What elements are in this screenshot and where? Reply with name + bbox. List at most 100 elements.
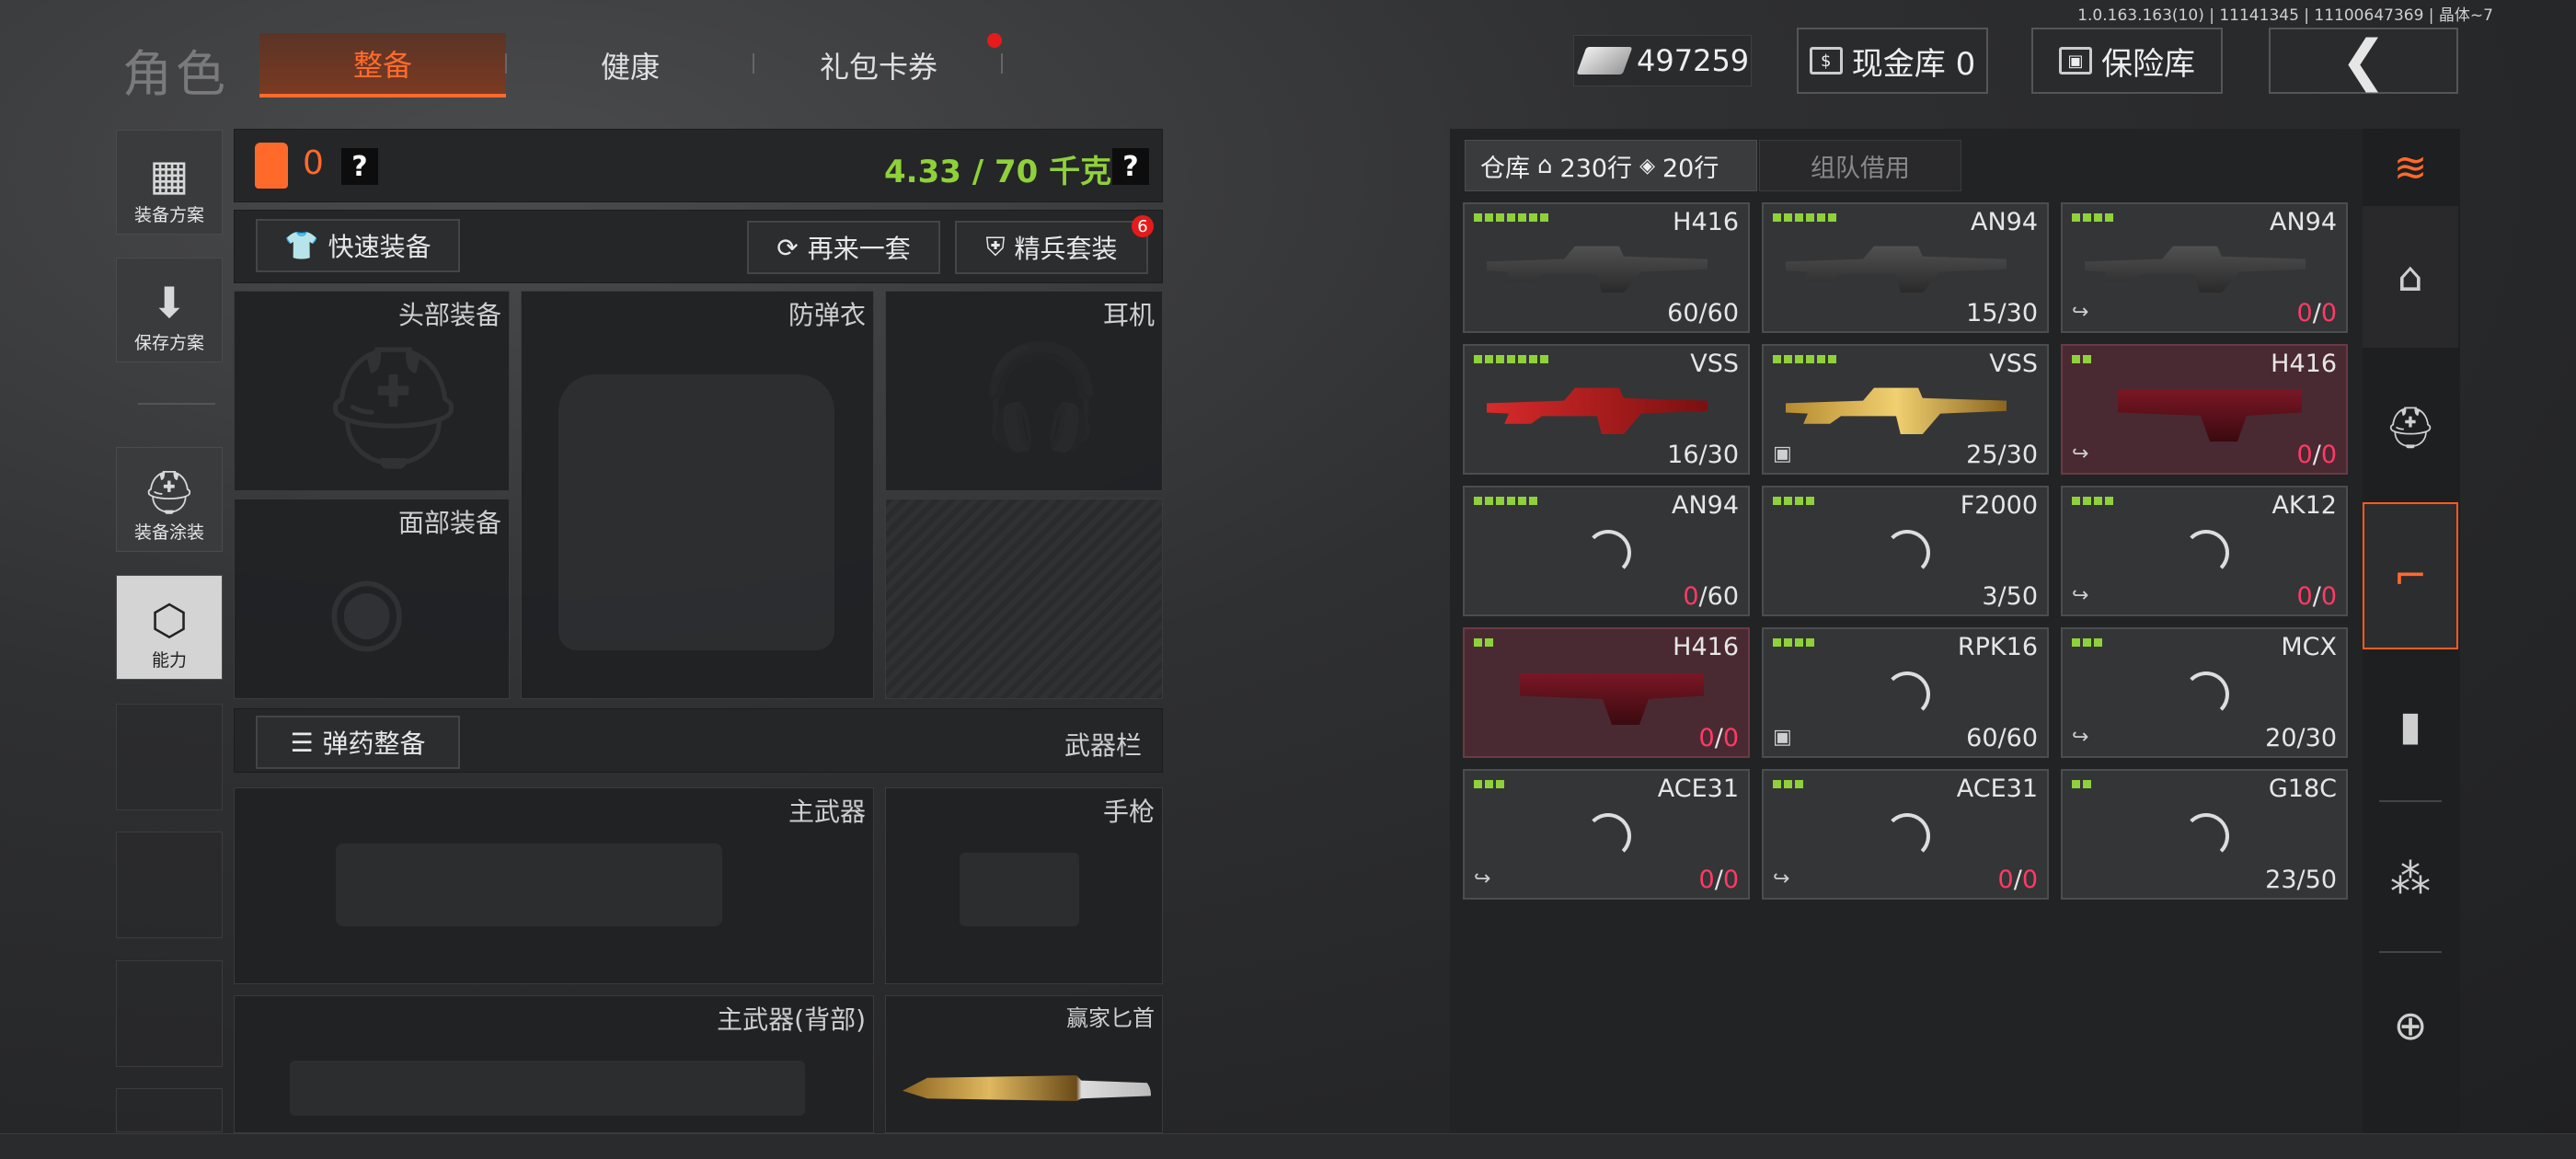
tab-warehouse[interactable]: 仓库 ⌂ 230行 ◈ 20行 bbox=[1465, 140, 1757, 191]
ammo-count: 23/50 bbox=[2265, 866, 2337, 894]
durability-bar bbox=[1474, 497, 1482, 505]
pistol-slot[interactable]: 手枪 bbox=[885, 787, 1163, 984]
ammo-max: 60 bbox=[1707, 299, 1739, 327]
loading-spinner-icon bbox=[1585, 813, 1631, 859]
warehouse-item[interactable]: AK12 ↪ 0/0 bbox=[2061, 486, 2348, 616]
weapon-bar-label: 武器栏 bbox=[1064, 730, 1142, 761]
vault-icon: $ bbox=[1809, 47, 1843, 75]
tab-label: 组队借用 bbox=[1811, 154, 1910, 183]
durability-bar bbox=[1795, 780, 1803, 788]
ticket-icon: ◈ bbox=[1639, 154, 1655, 178]
weight-help-button[interactable]: ? bbox=[1112, 148, 1149, 185]
armor-slot[interactable]: 防弹衣 bbox=[521, 291, 874, 699]
ammo-current: 20 bbox=[2265, 724, 2297, 752]
durability-bar bbox=[2083, 497, 2091, 505]
ammo-prep-button[interactable]: ☰ 弹药整备 bbox=[256, 716, 460, 769]
durability-bar bbox=[2094, 497, 2102, 505]
warehouse-item[interactable]: H416 ↪ 0/0 bbox=[2061, 344, 2348, 475]
durability-bar bbox=[1773, 638, 1781, 647]
ammo-max: 50 bbox=[2305, 866, 2337, 894]
ammo-count: 25/30 bbox=[1966, 441, 2038, 469]
safe-box-button[interactable]: ▣ 保险库 bbox=[2031, 28, 2223, 94]
warehouse-item[interactable]: G18C 23/50 bbox=[2061, 769, 2348, 900]
safe-box-label: 保险库 bbox=[2101, 45, 2195, 83]
weapon-image-icon bbox=[1786, 246, 2007, 293]
warehouse-item[interactable]: MCX ↪ 20/30 bbox=[2061, 627, 2348, 758]
sidebar-save-plan[interactable]: ⬇ 保存方案 bbox=[116, 258, 223, 362]
cash-icon bbox=[1576, 47, 1633, 75]
help-button[interactable]: ? bbox=[341, 148, 378, 185]
sidebar-ability[interactable]: ⬡ 能力 bbox=[116, 575, 223, 680]
bullet-filter-button[interactable]: ⁂ bbox=[2363, 809, 2458, 947]
sidebar-paint[interactable]: ⛑ 装备涂装 bbox=[116, 447, 223, 552]
magazine-filter-button[interactable]: ▮ bbox=[2363, 657, 2458, 795]
tab-label: 仓库 bbox=[1480, 154, 1530, 183]
ammo-max: 60 bbox=[2006, 724, 2038, 752]
loading-spinner-icon bbox=[1585, 530, 1631, 576]
durability-bar bbox=[2072, 213, 2080, 222]
back-button[interactable]: ❮ bbox=[2269, 28, 2458, 94]
knife-slot[interactable]: 赢家匕首 bbox=[885, 995, 1163, 1133]
ammo-count: 0/0 bbox=[1998, 866, 2038, 894]
warehouse-item[interactable]: AN94 ↪ 0/0 bbox=[2061, 202, 2348, 333]
warehouse-item[interactable]: RPK16 ▣ 60/60 bbox=[1762, 627, 2049, 758]
durability-bar bbox=[2105, 497, 2113, 505]
durability-bars bbox=[1773, 213, 1836, 222]
headset-slot[interactable]: 耳机 🎧 bbox=[885, 291, 1163, 491]
gun-icon: ⌐ bbox=[2393, 552, 2428, 600]
item-name: VSS bbox=[1690, 350, 1739, 378]
ammo-current: 3 bbox=[1982, 582, 1998, 611]
durability-bar bbox=[1485, 497, 1493, 505]
tab-health[interactable]: 健康 bbox=[515, 33, 745, 98]
helmet-filter-button[interactable]: ⛑ bbox=[2363, 359, 2458, 497]
tab-equip[interactable]: 整备 bbox=[259, 33, 506, 98]
tab-gift[interactable]: 礼包卡券 bbox=[764, 33, 994, 98]
warehouse-item[interactable]: VSS ▣ 25/30 bbox=[1762, 344, 2049, 475]
tab-team-borrow[interactable]: 组队借用 bbox=[1759, 140, 1961, 191]
equip-again-button[interactable]: ⟳ 再来一套 bbox=[747, 221, 940, 274]
cash-vault-button[interactable]: $ 现金库 0 bbox=[1797, 28, 1988, 94]
face-equip-slot[interactable]: 面部装备 ◉ bbox=[234, 499, 510, 699]
ammo-count: 16/30 bbox=[1667, 441, 1739, 469]
weapon-image-icon bbox=[1487, 387, 1708, 434]
warehouse-item[interactable]: ACE31 ↪ 0/0 bbox=[1762, 769, 2049, 900]
sidebar-loadout-plan[interactable]: ▦ 装备方案 bbox=[116, 130, 223, 235]
warehouse-item[interactable]: H416 0/0 bbox=[1463, 627, 1750, 758]
stack-refresh-button[interactable]: ≋ bbox=[2363, 131, 2458, 204]
head-equip-slot[interactable]: 头部装备 ⛑ bbox=[234, 291, 510, 491]
home-filter-button[interactable]: ⌂ bbox=[2363, 206, 2458, 348]
slot-label: 头部装备 bbox=[397, 300, 501, 330]
ammo-current: 0 bbox=[1997, 866, 2014, 894]
tab-divider bbox=[1001, 53, 1003, 74]
quick-equip-button[interactable]: 👕 快速装备 bbox=[256, 219, 460, 272]
ammo-count: 0/0 bbox=[2297, 299, 2337, 327]
safe-icon: ▣ bbox=[2059, 47, 2092, 75]
back-arrow-icon: ❮ bbox=[2340, 29, 2387, 93]
durability-bars bbox=[2072, 213, 2113, 222]
primary-back-slot[interactable]: 主武器(背部) bbox=[234, 995, 874, 1133]
currency-display: 497259 bbox=[1573, 35, 1752, 86]
durability-bar bbox=[1795, 497, 1803, 505]
ammo-separator: / bbox=[1698, 299, 1708, 327]
scope-filter-button[interactable]: ⊕ bbox=[2363, 957, 2458, 1095]
equip-again-label: 再来一套 bbox=[807, 234, 911, 264]
durability-bar bbox=[1518, 497, 1526, 505]
durability-bar bbox=[1817, 355, 1825, 363]
gun-filter-button[interactable]: ⌐ bbox=[2363, 502, 2458, 649]
warehouse-item[interactable]: ACE31 ↪ 0/0 bbox=[1463, 769, 1750, 900]
warehouse-item[interactable]: AN94 15/30 bbox=[1762, 202, 2049, 333]
durability-bar bbox=[1507, 213, 1515, 222]
warehouse-item[interactable]: H416 60/60 bbox=[1463, 202, 1750, 333]
elite-kit-button[interactable]: ⛨ 精兵套装 bbox=[955, 221, 1148, 274]
helmet-paint-icon: ⛑ bbox=[142, 467, 197, 517]
warehouse-item[interactable]: AN94 0/60 bbox=[1463, 486, 1750, 616]
durability-bar bbox=[1485, 355, 1493, 363]
warehouse-item[interactable]: VSS 16/30 bbox=[1463, 344, 1750, 475]
durability-bar bbox=[1784, 497, 1792, 505]
ammo-separator: / bbox=[1997, 299, 2007, 327]
warehouse-item[interactable]: F2000 3/50 bbox=[1762, 486, 2049, 616]
download-icon: ⬇ bbox=[151, 278, 188, 327]
ammo-current: 0 bbox=[1698, 866, 1715, 894]
primary-weapon-slot[interactable]: 主武器 bbox=[234, 787, 874, 984]
home-icon: ⌂ bbox=[1537, 152, 1553, 179]
